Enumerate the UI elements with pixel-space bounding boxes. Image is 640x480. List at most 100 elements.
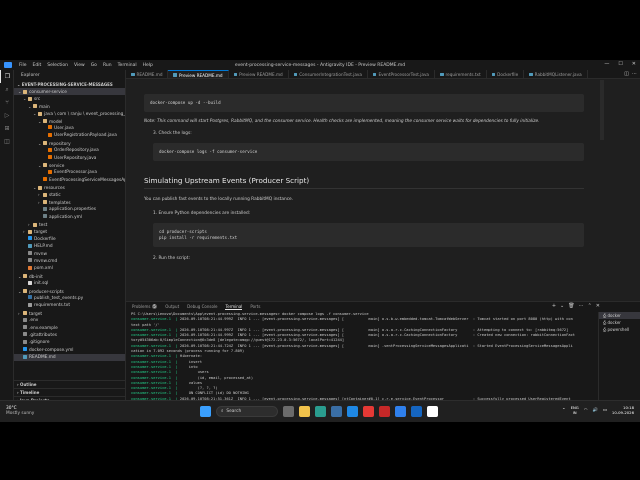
volume-icon[interactable]: 🔊 [593, 408, 598, 413]
tree-file[interactable]: .env.example [14, 325, 125, 332]
menu-run[interactable]: Run [103, 63, 112, 68]
tree-file[interactable]: .gitignore [14, 339, 125, 346]
terminal-item-docker[interactable]: ⎙ docker [599, 312, 640, 319]
source-control-icon[interactable]: ⑂ [0, 96, 14, 109]
editor-tab[interactable]: requirements.txt [435, 70, 487, 78]
tree-file[interactable]: .gitattributes [14, 332, 125, 339]
editor-tab[interactable]: Dockerfile [487, 70, 525, 78]
tree-file[interactable]: EventProcessor.java [14, 169, 125, 176]
editor-tab[interactable]: ConsumerIntegrationTest.java [289, 70, 368, 78]
tree-file[interactable]: OrderRepository.java [14, 147, 125, 154]
menu-view[interactable]: View [74, 63, 85, 68]
app-icon[interactable] [379, 406, 390, 417]
tree-file[interactable]: .env [14, 317, 125, 324]
tree-folder[interactable]: › static [14, 191, 125, 198]
tree-folder[interactable]: ⌄ service [14, 162, 125, 169]
tree-file[interactable]: application.yml [14, 214, 125, 221]
tree-folder[interactable]: ⌄java \ com \ ranju \ event_processing_s… [14, 110, 125, 117]
editor-tab[interactable]: Preview README.md [229, 70, 289, 78]
run-icon[interactable]: ▷ [0, 109, 14, 122]
menu-file[interactable]: File [19, 63, 27, 68]
editor-tab[interactable]: README.md [126, 70, 169, 78]
clock[interactable]: 10:18 10-09-2026 [612, 405, 634, 415]
tree-folder[interactable]: › test [14, 221, 125, 228]
close-button[interactable]: ✕ [632, 61, 636, 67]
minimize-button[interactable]: — [604, 61, 609, 67]
language-indicator[interactable]: ENG IN [571, 405, 579, 415]
tree-folder[interactable]: › templates [14, 199, 125, 206]
menu-selection[interactable]: Selection [47, 63, 68, 68]
store-icon[interactable] [331, 406, 342, 417]
tree-file[interactable]: application.properties [14, 206, 125, 213]
files-icon[interactable]: ❐ [0, 70, 14, 83]
tree-folder[interactable]: ⌄ repository [14, 140, 125, 147]
maximize-button[interactable]: ☐ [618, 61, 622, 67]
tree-folder[interactable]: ⌄ main [14, 103, 125, 110]
terminal-dropdown-icon[interactable]: ⌄ [560, 303, 564, 309]
menu-help[interactable]: Help [143, 63, 153, 68]
tree-file[interactable]: init.sql [14, 280, 125, 287]
wifi-icon[interactable]: ◠ [584, 408, 588, 413]
tree-folder[interactable]: ⌄ src [14, 95, 125, 102]
editor-tab[interactable]: Preview README.md [168, 70, 229, 78]
close-panel-icon[interactable]: ✕ [596, 303, 600, 309]
outline-panel[interactable]: › Outline [14, 380, 125, 388]
tray-overflow-icon[interactable]: ⌃ [562, 408, 566, 413]
tree-folder[interactable]: ⌄ consumer-service [14, 88, 125, 96]
extensions-icon[interactable]: ⊞ [0, 122, 14, 135]
explorer-root-folder[interactable]: ⌄ EVENT-PROCESSING-SERVICE-MESSAGES [14, 81, 125, 88]
tree-file[interactable]: mvnw.cmd [14, 258, 125, 265]
docker-icon[interactable] [427, 406, 438, 417]
tree-file[interactable]: UserRegistrationPayload.java [14, 132, 125, 139]
split-editor-icon[interactable]: ◫ [624, 71, 629, 77]
tab-terminal[interactable]: Terminal [225, 304, 243, 310]
tree-folder[interactable]: ⌄ producer-scripts [14, 288, 125, 295]
tree-file[interactable]: README.md [14, 354, 125, 362]
antigravity-ide-icon[interactable] [395, 406, 406, 417]
menu-go[interactable]: Go [91, 63, 97, 68]
editor-scroll-track[interactable] [596, 80, 608, 301]
tree-folder[interactable]: › target [14, 228, 125, 235]
tree-file[interactable]: User.java [14, 125, 125, 132]
tree-folder[interactable]: ⌄ model [14, 118, 125, 125]
more-actions-icon[interactable]: ⋯ [579, 303, 584, 309]
tree-file[interactable]: pom.xml [14, 265, 125, 272]
tree-file[interactable]: HELP.md [14, 243, 125, 250]
editor-tab[interactable]: RabbitMQListener.java [524, 70, 588, 78]
tree-file[interactable]: UserRepository.java [14, 155, 125, 162]
more-actions-icon[interactable]: ⋯ [632, 71, 637, 77]
chrome-icon[interactable] [363, 406, 374, 417]
tree-folder[interactable]: › target [14, 310, 125, 317]
mail-icon[interactable] [347, 406, 358, 417]
vscode-icon[interactable] [411, 406, 422, 417]
remote-icon[interactable]: ◫ [0, 135, 14, 148]
tree-file[interactable]: docker-compose.yml [14, 347, 125, 354]
task-view-icon[interactable] [283, 406, 294, 417]
tree-file[interactable]: mvnw [14, 251, 125, 258]
editor-tab[interactable]: EventProcessorTest.java [368, 70, 435, 78]
search-icon[interactable]: ⌕ [0, 83, 14, 96]
trash-icon[interactable]: 🗑 [568, 303, 574, 309]
tab-problems[interactable]: Problems 5 [132, 304, 158, 309]
terminal-output[interactable]: PS C:\Users\Lenovo\Documents\App\event-p… [131, 312, 597, 413]
tree-file[interactable]: Dockerfile [14, 236, 125, 243]
terminal-item-docker[interactable]: ⎙ docker [599, 319, 640, 326]
file-explorer-icon[interactable] [299, 406, 310, 417]
tab-ports[interactable]: Ports [250, 304, 260, 309]
tree-folder[interactable]: ⌄ db-init [14, 273, 125, 280]
taskbar-search[interactable]: ⌕ Search [216, 406, 278, 417]
edge-browser-icon[interactable] [315, 406, 326, 417]
tree-folder[interactable]: ⌄ resources [14, 184, 125, 191]
menu-terminal[interactable]: Terminal [118, 63, 137, 68]
tab-debug-console[interactable]: Debug Console [187, 304, 217, 309]
tree-file[interactable]: requirements.txt [14, 302, 125, 309]
tree-file[interactable]: publish_test_events.py [14, 295, 125, 302]
timeline-panel[interactable]: › Timeline [14, 388, 125, 396]
tab-output[interactable]: Output [165, 304, 179, 309]
new-terminal-icon[interactable]: + [552, 303, 556, 309]
terminal-item-powershell[interactable]: ⎙ powershell [599, 326, 640, 333]
maximize-panel-icon[interactable]: ⌃ [588, 303, 592, 309]
tree-file[interactable]: EventProcessingServiceMessagesApplicati.… [14, 177, 125, 184]
menu-edit[interactable]: Edit [33, 63, 42, 68]
weather-widget[interactable]: 30°C Mostly sunny [6, 406, 34, 416]
